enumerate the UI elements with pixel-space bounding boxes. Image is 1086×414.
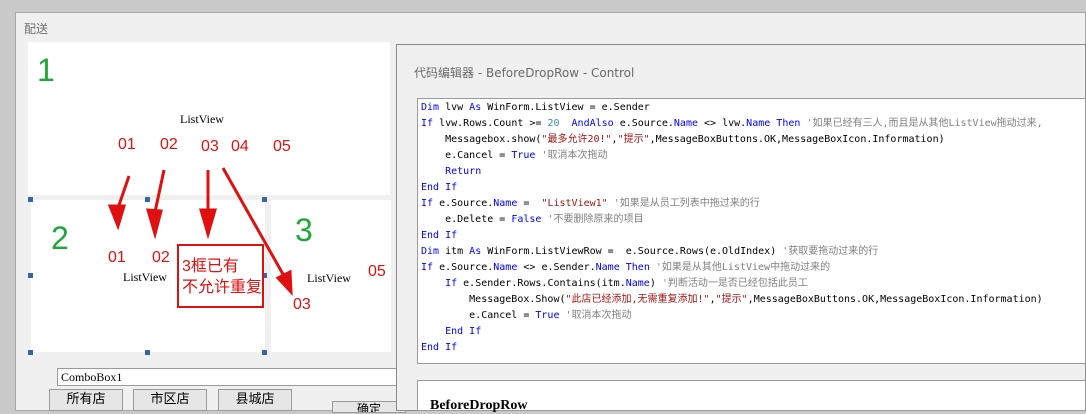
arrow-head <box>199 208 217 240</box>
code-line-6: End If <box>421 182 458 193</box>
arrow-line <box>153 169 166 213</box>
event-name: BeforeDropRow <box>430 398 528 413</box>
code-line-2: If lvw.Rows.Count >= 20 AndAlso e.Source… <box>421 118 1043 129</box>
arrow-line <box>221 167 286 277</box>
tab-county-stores[interactable]: 县城店 <box>218 389 292 411</box>
code-line-4: e.Cancel = True '取消本次拖动 <box>421 150 608 161</box>
code-line-8: e.Delete = False '不要删除原来的项目 <box>421 214 644 225</box>
arrow-head <box>145 208 163 240</box>
code-editor-title: 代码编辑器 - BeforeDropRow - Control <box>414 66 635 80</box>
code-line-16: End If <box>421 342 458 353</box>
arrow-head <box>107 204 127 231</box>
code-line-12: If e.Sender.Rows.Contains(itm.Name) '判断活… <box>445 278 808 289</box>
code-line-10: Dim itm As WinForm.ListViewRow = e.Sourc… <box>421 246 879 257</box>
confirm-button[interactable]: 确定 <box>332 401 406 413</box>
code-area[interactable]: Dim lvw As WinForm.ListView = e.Sender I… <box>417 98 1086 364</box>
code-line-3: Messagebox.show("最多允许20!","提示",MessageBo… <box>421 134 945 145</box>
tab-urban-stores[interactable]: 市区店 <box>133 389 207 411</box>
code-line-11: If e.Source.Name <> e.Sender.Name Then '… <box>421 262 831 273</box>
code-line-5: Return <box>445 166 482 177</box>
code-line-7: If e.Source.Name = "ListView1" '如果是从员工列表… <box>421 198 760 209</box>
tab-all-stores[interactable]: 所有店 <box>49 389 123 411</box>
arrow-line <box>116 175 131 209</box>
code-line-15: End If <box>445 326 482 337</box>
code-line-9: End If <box>421 230 458 241</box>
code-line-1: Dim lvw As WinForm.ListView = e.Sender <box>421 102 650 113</box>
code-line-14: e.Cancel = True '取消本次拖动 <box>421 310 632 321</box>
combobox-1[interactable]: ComboBox1 <box>57 368 407 386</box>
arrow-head <box>275 269 293 297</box>
code-line-13: MessageBox.Show("此店已经添加,无需重复添加!","提示",Me… <box>421 294 1043 305</box>
